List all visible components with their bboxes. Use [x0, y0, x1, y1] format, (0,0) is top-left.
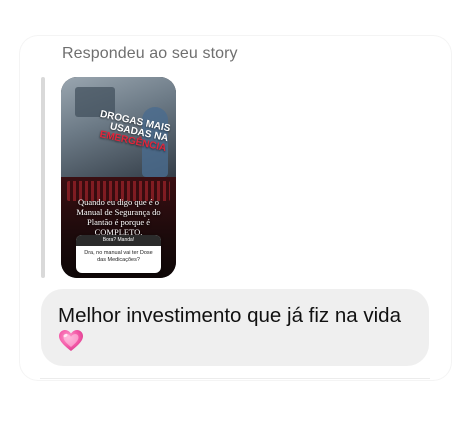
message-text: Melhor investimento que já fiz na vida — [58, 304, 401, 327]
pink-sparkling-heart-icon — [59, 330, 83, 351]
story-thumbnail[interactable]: DROGAS MAIS USADAS NA EMERGÊNCIA Quando … — [61, 77, 176, 278]
story-question-text: Dra, no manual vai ter Dose das Medicaçõ… — [84, 250, 153, 263]
story-question-sticker: Bora? Manda! Dra, no manual vai ter Dose… — [76, 235, 161, 273]
divider — [40, 378, 430, 379]
story-caption: Quando eu digo que é o Manual de Seguran… — [76, 197, 161, 237]
story-question-header: Bora? Manda! — [76, 235, 161, 246]
reply-context-label: Respondeu ao seu story — [62, 45, 238, 62]
reply-indicator-bar — [41, 77, 45, 278]
